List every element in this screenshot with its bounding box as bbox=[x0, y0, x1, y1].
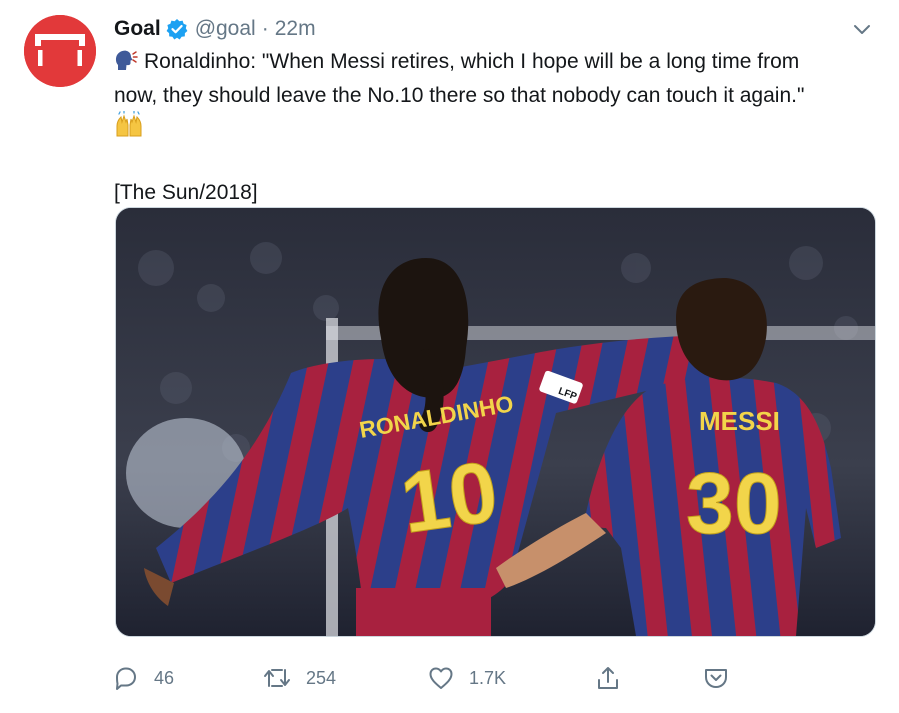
tweet-source: [The Sun/2018] bbox=[114, 181, 258, 204]
pocket-button[interactable] bbox=[702, 658, 730, 698]
verified-badge-icon bbox=[166, 18, 188, 40]
speaking-head-emoji bbox=[114, 49, 138, 80]
heart-icon bbox=[429, 667, 453, 689]
tweet-timestamp[interactable]: 22m bbox=[275, 14, 316, 44]
share-button[interactable] bbox=[594, 658, 622, 698]
tweet-line-1: Ronaldinho: "When Messi retires, which I… bbox=[144, 50, 800, 73]
like-button[interactable]: 1.7K bbox=[427, 658, 506, 698]
jersey-number-ronaldinho: 10 bbox=[395, 443, 503, 551]
jersey-number-messi: 30 bbox=[686, 456, 782, 552]
retweet-icon bbox=[264, 669, 290, 687]
retweet-count: 254 bbox=[306, 667, 337, 688]
like-count: 1.7K bbox=[469, 667, 507, 688]
chevron-down-icon[interactable] bbox=[848, 16, 876, 44]
tweet-line-2: now, they should leave the No.10 there s… bbox=[114, 84, 805, 107]
goal-logo-icon[interactable] bbox=[24, 15, 96, 87]
reply-button[interactable]: 46 bbox=[112, 658, 174, 698]
raising-hands-emoji bbox=[114, 110, 144, 146]
tweet-text: Ronaldinho: "When Messi retires, which I… bbox=[114, 46, 874, 208]
pocket-icon bbox=[705, 669, 727, 688]
tweet-actions: 46 254 1.7K bbox=[112, 658, 732, 698]
reply-icon bbox=[116, 667, 136, 690]
reply-count: 46 bbox=[154, 667, 175, 688]
retweet-button[interactable]: 254 bbox=[262, 658, 336, 698]
tweet-header: Goal @goal · 22m bbox=[114, 14, 316, 44]
jersey-name-messi: MESSI bbox=[699, 406, 780, 436]
account-handle[interactable]: @goal bbox=[195, 14, 256, 44]
separator-dot: · bbox=[261, 17, 269, 40]
share-icon bbox=[598, 667, 618, 689]
tweet-media-photo[interactable]: RONALDINHO 10 LFP MESSI 30 bbox=[115, 207, 876, 637]
account-name[interactable]: Goal bbox=[114, 14, 161, 44]
